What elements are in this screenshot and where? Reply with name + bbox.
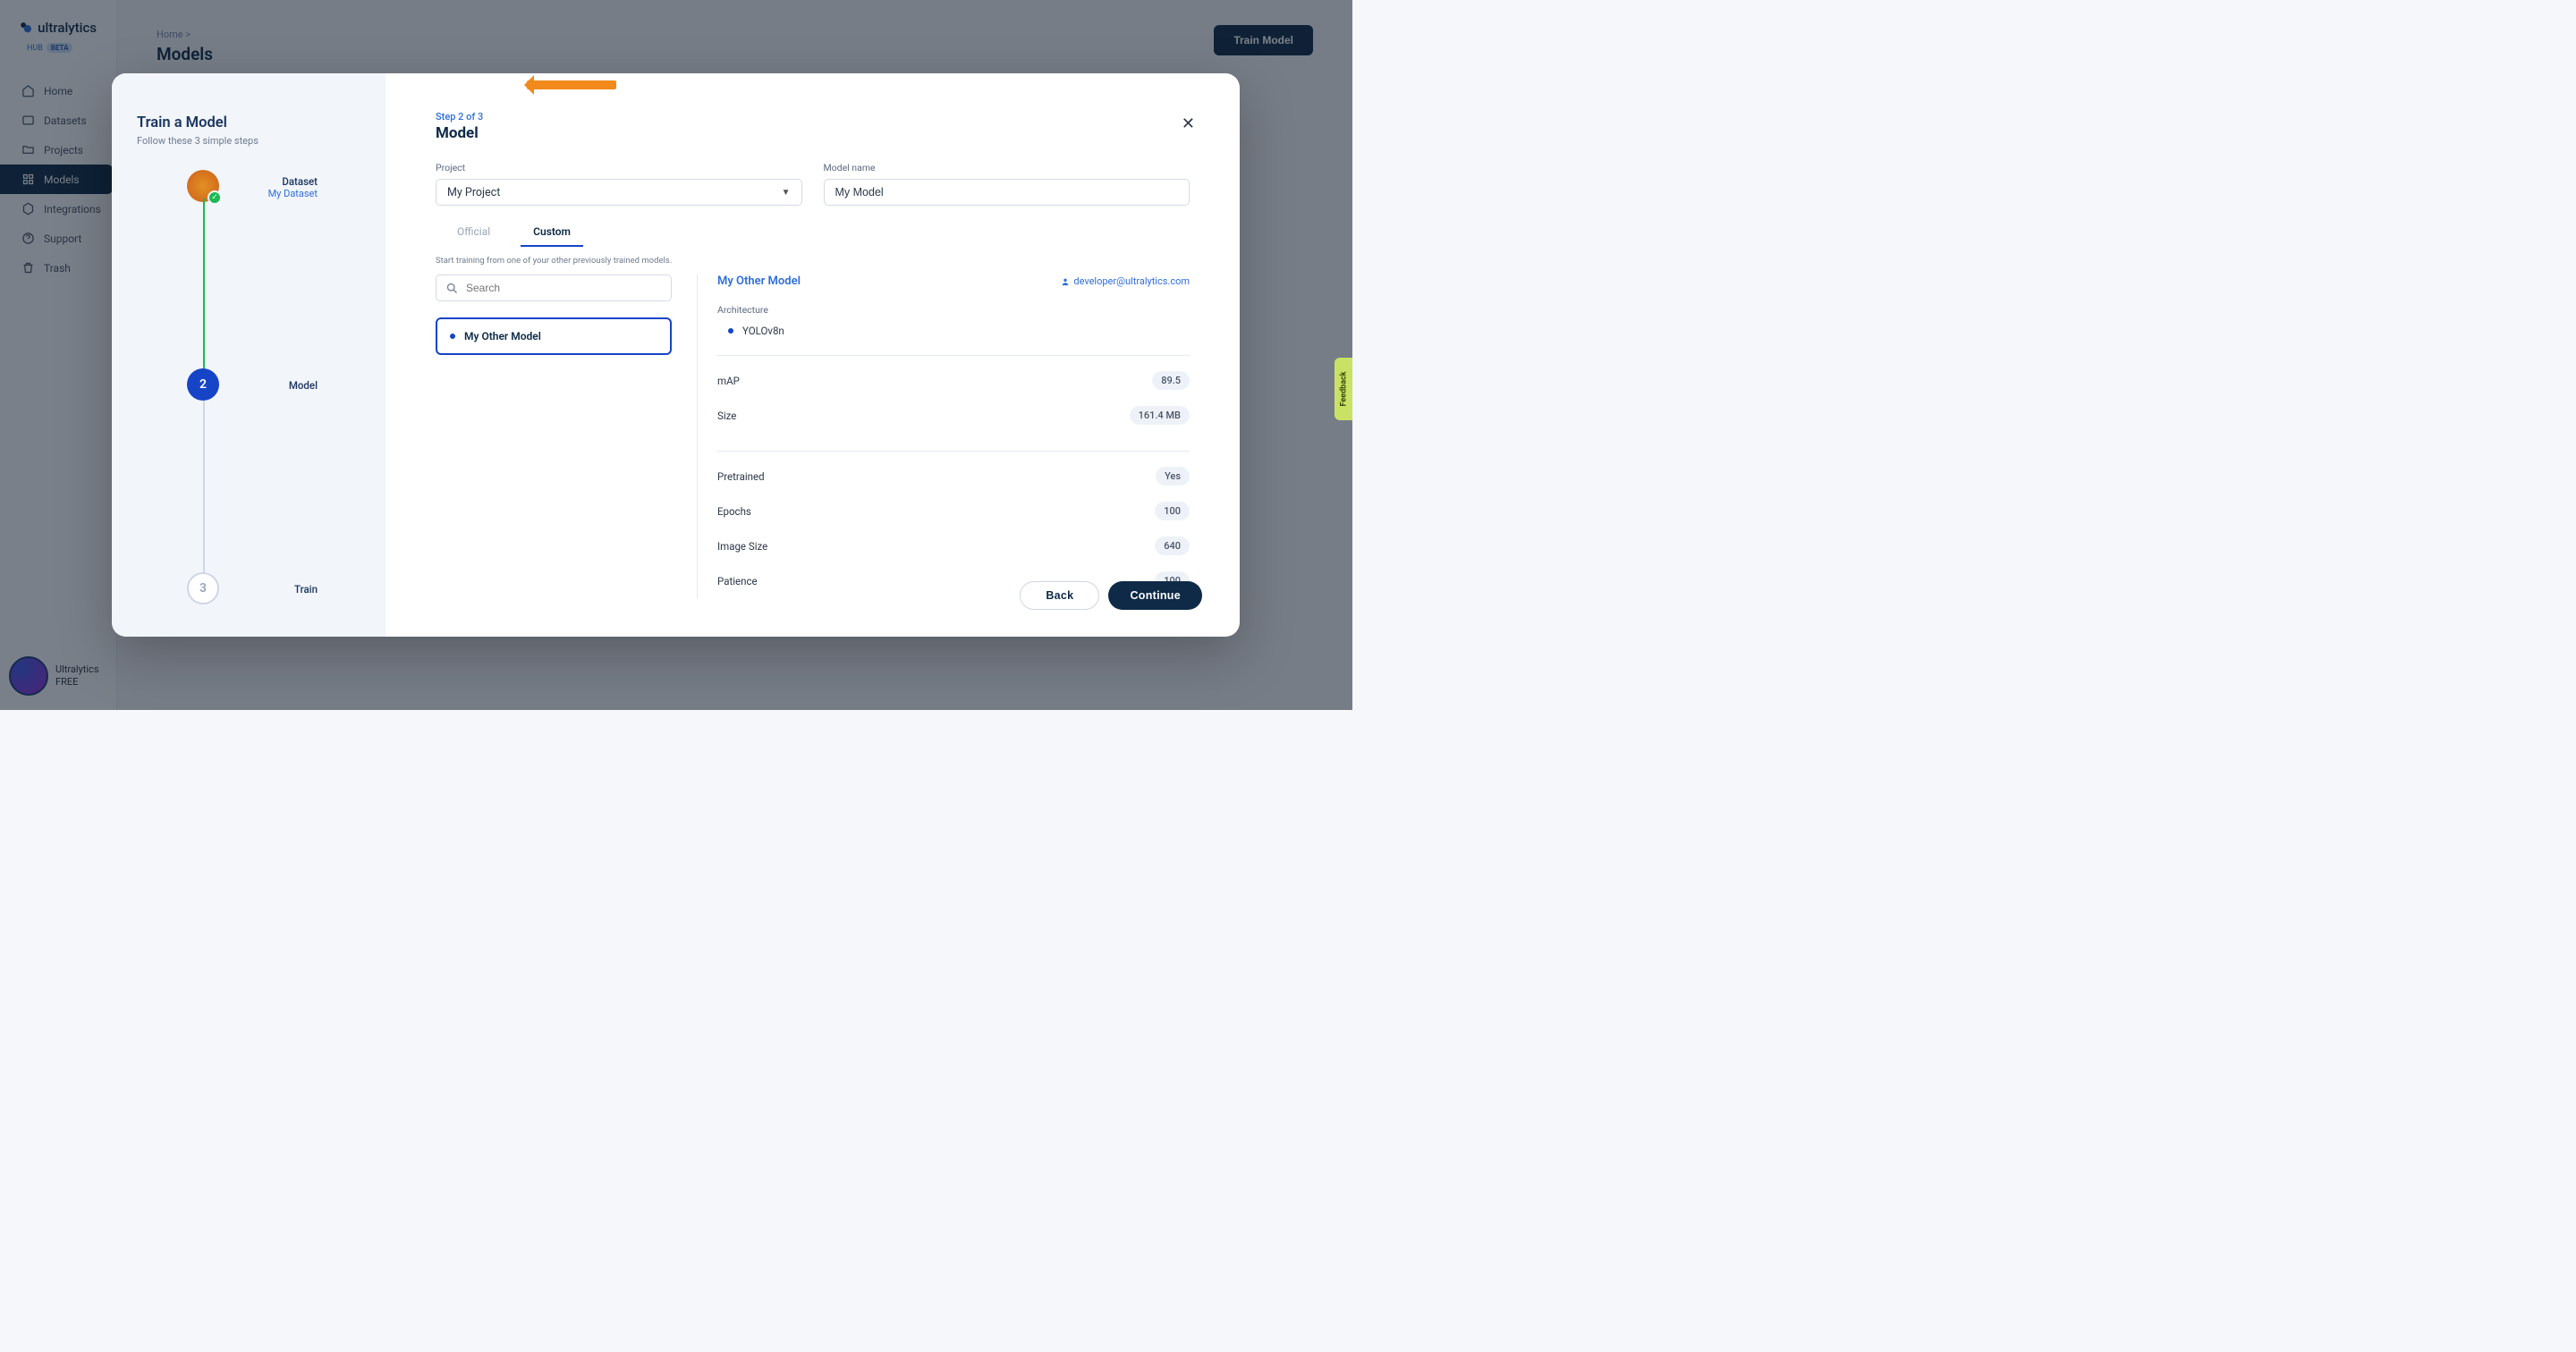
divider (717, 451, 1190, 452)
model-name-input[interactable] (824, 179, 1191, 206)
step-label: Dataset (268, 175, 318, 188)
step-connector-pending (203, 401, 205, 587)
search-icon (445, 282, 459, 295)
metric-epochs: Epochs 100 (717, 494, 1190, 528)
content-row: My Other Model My Other Model developer@… (436, 275, 1190, 598)
step-heading: Model (436, 124, 1190, 142)
metric-value: 640 (1155, 537, 1190, 555)
step-pending-circle: 3 (187, 572, 219, 604)
back-button[interactable]: Back (1020, 581, 1099, 610)
metric-pretrained: Pretrained Yes (717, 459, 1190, 494)
step-3-labels: Train (294, 583, 318, 596)
detail-owner: developer@ultralytics.com (1061, 275, 1190, 287)
step-3-node[interactable]: 3 (187, 572, 219, 604)
dialog-subtitle: Follow these 3 simple steps (137, 135, 360, 147)
dialog-stepper-panel: Train a Model Follow these 3 simple step… (112, 73, 386, 637)
metric-map: mAP 89.5 (717, 363, 1190, 398)
architecture-value: YOLOv8n (742, 325, 784, 337)
metric-label: Pretrained (717, 470, 765, 483)
project-value: My Project (447, 186, 500, 199)
step-indicator: Step 2 of 3 (436, 111, 1190, 123)
chevron-down-icon: ▼ (782, 188, 791, 198)
close-icon: ✕ (1182, 114, 1195, 132)
model-name-field-group: Model name (824, 162, 1191, 206)
detail-title: My Other Model (717, 275, 801, 288)
user-icon (1061, 277, 1070, 286)
step-active-circle: 2 (187, 368, 219, 401)
tab-official[interactable]: Official (436, 218, 512, 245)
model-list-item[interactable]: My Other Model (436, 317, 672, 355)
search-input[interactable] (466, 282, 662, 294)
source-tabs: Official Custom (436, 218, 1190, 245)
step-1-node[interactable]: ✓ (187, 170, 219, 202)
step-label: Train (294, 583, 318, 596)
dialog-footer: Back Continue (1020, 581, 1202, 610)
dialog-body: Step 2 of 3 Model ✕ Project My Project ▼… (386, 73, 1240, 637)
form-row: Project My Project ▼ Model name (436, 162, 1190, 206)
metric-label: Image Size (717, 540, 767, 553)
step-1-labels: Dataset My Dataset (268, 175, 318, 199)
bullet-icon (728, 328, 733, 334)
architecture-label: Architecture (717, 304, 1190, 316)
step-2-node[interactable]: 2 (187, 368, 219, 401)
model-detail-column: My Other Model developer@ultralytics.com… (697, 275, 1190, 598)
divider (717, 355, 1190, 356)
metric-imgsize: Image Size 640 (717, 528, 1190, 563)
metric-value: 89.5 (1152, 371, 1190, 390)
tab-help-text: Start training from one of your other pr… (436, 256, 1190, 266)
metric-size: Size 161.4 MB (717, 398, 1190, 433)
project-field-group: Project My Project ▼ (436, 162, 802, 206)
continue-button[interactable]: Continue (1108, 581, 1202, 610)
dialog-title: Train a Model (137, 114, 360, 131)
dataset-thumb: ✓ (187, 170, 219, 202)
metric-label: mAP (717, 375, 740, 387)
step-value: My Dataset (268, 188, 318, 199)
tab-custom[interactable]: Custom (512, 218, 592, 245)
step-connector-done (203, 199, 205, 384)
model-list-column: My Other Model (436, 275, 672, 598)
feedback-label: Feedback (1339, 372, 1348, 407)
search-input-wrap[interactable] (436, 275, 672, 301)
owner-email: developer@ultralytics.com (1073, 275, 1190, 287)
step-2-labels: Model (289, 379, 318, 392)
metric-label: Epochs (717, 505, 751, 518)
project-select[interactable]: My Project ▼ (436, 179, 802, 206)
metric-label: Size (717, 410, 736, 422)
metric-value: 100 (1155, 502, 1190, 520)
status-dot-icon (450, 334, 455, 339)
architecture-row: YOLOv8n (717, 325, 1190, 337)
model-name-label: Model name (824, 162, 1191, 173)
feedback-tab[interactable]: Feedback (1335, 358, 1352, 420)
close-button[interactable]: ✕ (1182, 114, 1195, 133)
project-label: Project (436, 162, 802, 173)
metric-value: 161.4 MB (1130, 406, 1190, 425)
step-label: Model (289, 379, 318, 392)
detail-header: My Other Model developer@ultralytics.com (717, 275, 1190, 288)
annotation-arrow (527, 80, 616, 89)
model-list-item-label: My Other Model (464, 330, 541, 342)
metric-label: Patience (717, 575, 758, 587)
check-icon: ✓ (208, 190, 222, 205)
stepper: Dataset My Dataset ✓ Model 2 Train 3 (137, 170, 360, 599)
metric-value: Yes (1156, 467, 1190, 486)
train-model-dialog: Train a Model Follow these 3 simple step… (112, 73, 1240, 637)
